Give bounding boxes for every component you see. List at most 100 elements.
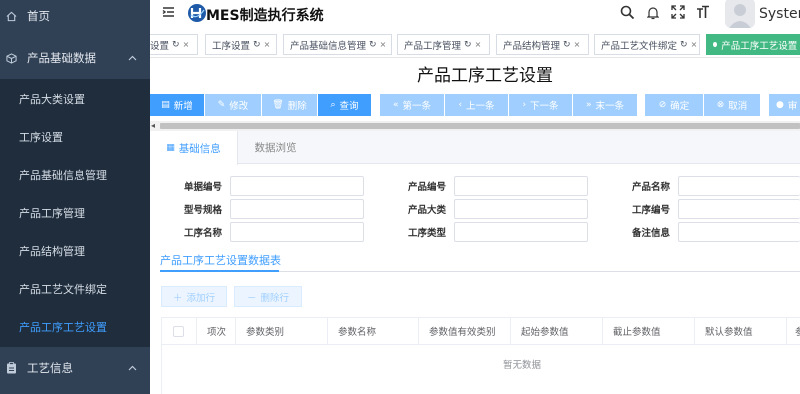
query-button[interactable]: ⌕ 查询 bbox=[318, 94, 371, 116]
column-header-end-value: 截止参数值 bbox=[603, 318, 695, 344]
search-icon: ⌕ bbox=[330, 100, 336, 110]
column-header-index: 项次 bbox=[197, 318, 236, 344]
close-icon[interactable]: × bbox=[380, 40, 387, 49]
label-remark: 备注信息 bbox=[631, 228, 670, 239]
scrollbar-thumb[interactable] bbox=[160, 123, 800, 129]
tags-view: 设置 ↻ × 工序设置 ↻ × 产品基础信息管理 ↻ × 产品工序管理 ↻ × 产品结构管理 ↻ ×… bbox=[150, 30, 800, 58]
tab-basic-info[interactable]: ▦ 基础信息 bbox=[150, 131, 238, 165]
menu-item-home[interactable]: 首页 bbox=[0, 0, 150, 32]
tag-label: 产品工艺文件绑定 bbox=[601, 40, 678, 52]
refresh-icon[interactable]: ↻ bbox=[369, 40, 377, 50]
sidebar-item-product-basic-info[interactable]: 产品基础信息管理 bbox=[0, 155, 150, 195]
tag-label: 产品基础信息管理 bbox=[290, 40, 367, 52]
app-title: MES制造执行系统 bbox=[206, 8, 324, 24]
next-record-button[interactable]: › 下一条 bbox=[509, 94, 572, 116]
top-navbar: MES制造执行系统 System bbox=[150, 0, 800, 30]
remark-input[interactable] bbox=[678, 222, 800, 242]
fullscreen-icon[interactable] bbox=[671, 5, 685, 22]
section-title: 产品工序工艺设置数据表 bbox=[160, 254, 281, 267]
product-name-input[interactable] bbox=[678, 176, 800, 196]
menu-label-home: 首页 bbox=[27, 9, 50, 23]
audit-button[interactable]: ● 审 bbox=[769, 94, 800, 116]
avatar[interactable] bbox=[725, 0, 755, 28]
section-underline bbox=[160, 270, 279, 272]
confirm-button[interactable]: ⊘ 确定 bbox=[645, 94, 703, 116]
chevron-left-icon: ‹ bbox=[458, 100, 463, 110]
add-row-button[interactable]: ＋添加行 bbox=[161, 286, 227, 307]
product-category-input[interactable] bbox=[454, 199, 588, 219]
minus-icon: － bbox=[246, 292, 257, 304]
sidebar-item-product-file-binding[interactable]: 产品工艺文件绑定 bbox=[0, 269, 150, 309]
add-button[interactable]: ▤ 新增 bbox=[150, 94, 204, 116]
edit-button[interactable]: ✎ 修改 bbox=[205, 94, 261, 116]
user-name[interactable]: System bbox=[759, 6, 800, 22]
tag-product-basic-info[interactable]: 产品基础信息管理 ↻ × bbox=[283, 34, 392, 55]
double-left-icon: « bbox=[392, 100, 399, 110]
refresh-icon[interactable]: ↻ bbox=[172, 40, 180, 50]
column-header-more: 参 bbox=[795, 327, 800, 338]
hamburger-icon[interactable] bbox=[162, 6, 175, 21]
plus-icon: ＋ bbox=[172, 292, 183, 304]
tab-data-browse[interactable]: 数据浏览 bbox=[238, 131, 313, 164]
menu-group-label: 产品基础数据 bbox=[27, 51, 96, 65]
process-name-input[interactable] bbox=[230, 222, 364, 242]
sidebar-item-process-setting[interactable]: 工序设置 bbox=[0, 117, 150, 157]
scroll-left-icon[interactable]: ◂ bbox=[151, 121, 155, 131]
tag-product-process-craft[interactable]: 产品工序工艺设置× bbox=[706, 34, 800, 55]
column-header-start-value: 起始参数值 bbox=[511, 318, 603, 344]
tag-partial[interactable]: 设置 ↻ × bbox=[150, 34, 198, 55]
document-add-icon: ▤ bbox=[161, 100, 170, 110]
refresh-icon[interactable]: ↻ bbox=[464, 40, 472, 50]
sidebar-item-product-category[interactable]: 产品大类设置 bbox=[0, 79, 150, 119]
refresh-icon[interactable]: ↻ bbox=[680, 40, 688, 50]
label-product-name: 产品名称 bbox=[631, 182, 670, 193]
check-circle-icon: ⊘ bbox=[658, 100, 667, 110]
first-record-button[interactable]: «第一条 bbox=[380, 94, 444, 116]
product-no-input[interactable] bbox=[454, 176, 588, 196]
search-icon[interactable] bbox=[620, 5, 635, 23]
close-icon[interactable]: × bbox=[264, 40, 271, 49]
horizontal-scrollbar[interactable]: ◂ bbox=[150, 121, 800, 131]
table-header-divider bbox=[161, 344, 800, 345]
sidebar-item-product-process-craft[interactable]: 产品工序工艺设置 bbox=[0, 307, 150, 347]
tag-label: 产品结构管理 bbox=[503, 40, 561, 52]
font-size-icon[interactable] bbox=[696, 5, 710, 22]
close-icon[interactable]: × bbox=[574, 40, 581, 49]
label-product-category: 产品大类 bbox=[407, 205, 446, 216]
sidebar-item-product-structure[interactable]: 产品结构管理 bbox=[0, 231, 150, 271]
bell-icon[interactable] bbox=[646, 6, 660, 23]
refresh-icon[interactable]: ↻ bbox=[563, 40, 571, 50]
double-right-icon: » bbox=[585, 100, 592, 110]
last-record-button[interactable]: » 末一条 bbox=[573, 94, 637, 116]
delete-button[interactable]: 🗑 删除 bbox=[262, 94, 317, 116]
model-spec-input[interactable] bbox=[230, 199, 364, 219]
close-icon[interactable]: × bbox=[691, 40, 698, 49]
tag-product-process[interactable]: 产品工序管理 ↻ × bbox=[397, 34, 490, 55]
delete-row-button[interactable]: －删除行 bbox=[234, 286, 302, 307]
process-no-input[interactable] bbox=[678, 199, 800, 219]
label-process-no: 工序编号 bbox=[631, 205, 670, 216]
close-icon[interactable]: × bbox=[183, 40, 190, 49]
column-header-valid-category: 参数值有效类别 bbox=[419, 318, 511, 344]
refresh-icon[interactable]: ↻ bbox=[253, 40, 261, 50]
menu-group-craft-info[interactable]: 工艺信息 bbox=[0, 348, 150, 388]
home-icon bbox=[5, 10, 17, 22]
doc-no-input[interactable] bbox=[230, 176, 364, 196]
cancel-button[interactable]: ⊗ 取消 bbox=[704, 94, 760, 116]
close-icon[interactable]: × bbox=[475, 40, 482, 49]
page-title: 产品工序工艺设置 bbox=[417, 66, 553, 86]
active-dot-icon bbox=[713, 42, 718, 47]
tag-label: 工序设置 bbox=[212, 40, 251, 52]
tag-product-structure[interactable]: 产品结构管理 ↻ × bbox=[496, 34, 589, 55]
label-product-no: 产品编号 bbox=[407, 182, 446, 193]
user-icon: ● bbox=[776, 100, 784, 110]
prev-record-button[interactable]: ‹ 上一条 bbox=[445, 94, 508, 116]
empty-placeholder: 暂无数据 bbox=[502, 360, 541, 371]
label-model-spec: 型号规格 bbox=[183, 205, 222, 216]
tag-process-setting[interactable]: 工序设置 ↻ × bbox=[205, 34, 277, 55]
tag-product-file-binding[interactable]: 产品工艺文件绑定 ↻ × bbox=[594, 34, 700, 55]
sidebar-item-product-process[interactable]: 产品工序管理 bbox=[0, 193, 150, 233]
menu-group-product-basic[interactable]: 产品基础数据 bbox=[0, 38, 150, 78]
select-all-checkbox[interactable] bbox=[173, 325, 184, 337]
process-type-input[interactable] bbox=[454, 222, 588, 242]
